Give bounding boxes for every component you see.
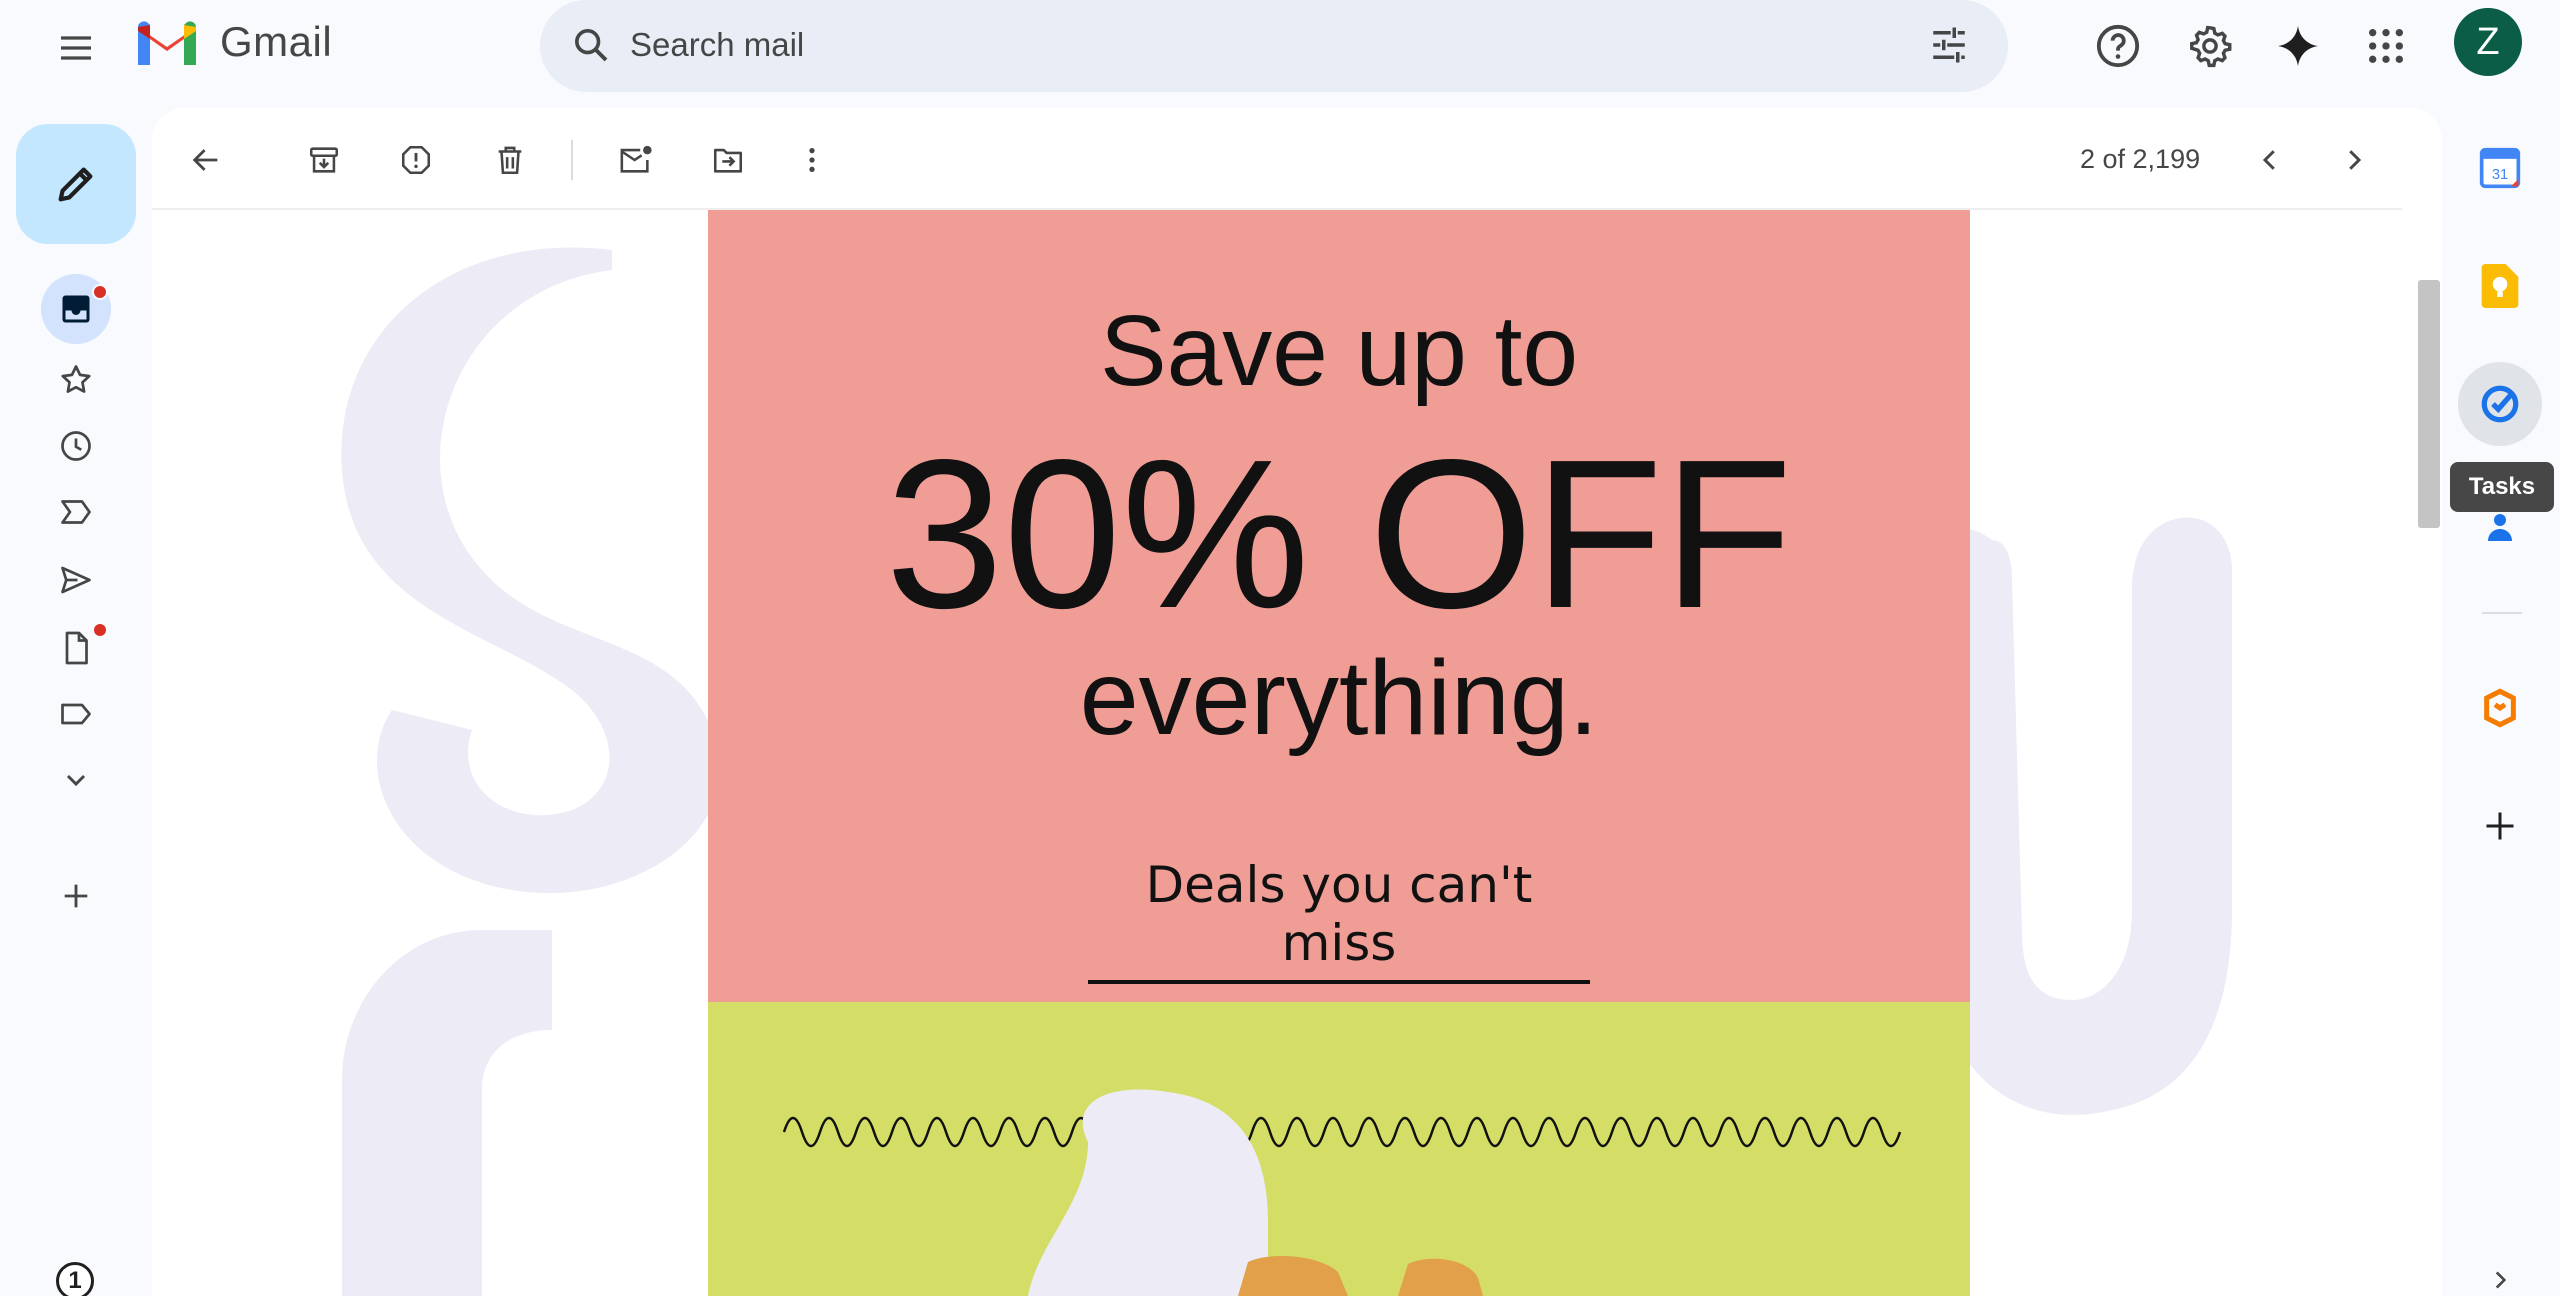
gmail-logo[interactable]: Gmail [134,14,332,70]
promo-line-1: Save up to [1099,295,1579,407]
nav-more[interactable] [40,748,112,812]
tasks-icon [2481,385,2519,423]
deals-link[interactable]: Deals you can't miss [1088,856,1590,984]
top-bar: Gmail Z [0,0,2560,92]
tasks-tooltip: Tasks [2450,462,2554,512]
move-to-folder-icon [713,148,743,173]
promo-line-3: everything. [1079,639,1599,757]
calendar-icon: 31 [2479,147,2521,189]
chevron-down-icon [66,774,86,787]
addon-app[interactable] [2468,676,2532,740]
search-options-icon[interactable] [1922,18,1976,72]
delete-button[interactable] [480,130,540,190]
arrow-back-icon [192,149,218,171]
contacts-icon [2488,514,2512,541]
mark-unread-button[interactable] [606,130,666,190]
plus-icon [64,884,88,908]
tasks-app[interactable] [2458,362,2542,446]
svg-text:31: 31 [2492,167,2508,183]
report-spam-icon [401,145,431,175]
notification-counter[interactable]: 1 [56,1262,94,1296]
inbox-unread-dot [92,284,108,300]
search-bar[interactable] [540,0,2008,92]
more-vert-icon [809,148,815,172]
calendar-app[interactable]: 31 [2468,136,2532,200]
promo-banner: Save up to 30% OFF everything. Deals you… [708,210,1970,1002]
promo-product-section [708,1002,1970,1296]
archive-button[interactable] [294,130,354,190]
label-icon [61,703,91,725]
toolbar-divider [571,140,573,180]
search-icon[interactable] [566,20,616,70]
inbox-icon [62,295,90,323]
get-addons-button[interactable] [2468,794,2532,858]
pagination-count: 2 of 2,199 [2080,144,2201,174]
archive-icon [309,147,339,173]
gmail-m-icon [138,21,196,65]
more-options-button[interactable] [782,130,842,190]
nav-labels[interactable] [40,682,112,746]
side-panel-divider [2482,612,2522,614]
addon-icon [2484,688,2516,728]
clock-icon [61,431,91,461]
chevron-right-icon [2349,150,2362,170]
move-to-button[interactable] [698,130,758,190]
chevron-right-icon [2495,1271,2507,1289]
back-button[interactable] [176,130,236,190]
nav-sent[interactable] [40,548,112,612]
help-icon[interactable] [2086,14,2150,78]
keep-icon [2481,264,2519,308]
promo-discount: 30% OFF [885,415,1793,652]
menu-icon [61,36,91,60]
main-menu-button[interactable] [44,16,108,80]
account-avatar[interactable]: Z [2454,8,2522,76]
drafts-unread-dot [92,622,108,638]
nav-important[interactable] [40,480,112,544]
email-body: Save up to 30% OFF everything. Deals you… [152,210,2442,1296]
older-button[interactable] [2324,130,2384,190]
message-scrollbar[interactable] [2418,280,2440,528]
star-icon [61,365,91,393]
newer-button[interactable] [2240,130,2300,190]
plus-icon [2486,812,2514,840]
message-view: 2 of 2,199 Save up to 30% OFF everything… [152,108,2442,1296]
label-important-icon [61,500,91,524]
create-label-button[interactable] [40,864,112,928]
wavy-divider [782,1089,1902,1296]
draft-icon [65,631,88,665]
app-name: Gmail [220,18,333,65]
report-spam-button[interactable] [386,130,446,190]
compose-button[interactable] [16,124,136,244]
chevron-left-icon [2262,150,2275,170]
message-toolbar: 2 of 2,199 [152,108,2402,210]
pencil-icon [58,167,93,202]
keep-app[interactable] [2468,254,2532,318]
mark-unread-icon [620,145,652,173]
gemini-sparkle-icon[interactable] [2266,14,2330,78]
show-side-panel-button[interactable] [2468,1260,2532,1296]
send-icon [61,566,91,594]
apps-grid-icon[interactable] [2354,14,2418,78]
nav-starred[interactable] [40,348,112,412]
nav-snoozed[interactable] [40,414,112,478]
settings-gear-icon[interactable] [2178,14,2242,78]
trash-icon [498,146,522,175]
search-input[interactable] [630,22,1830,68]
